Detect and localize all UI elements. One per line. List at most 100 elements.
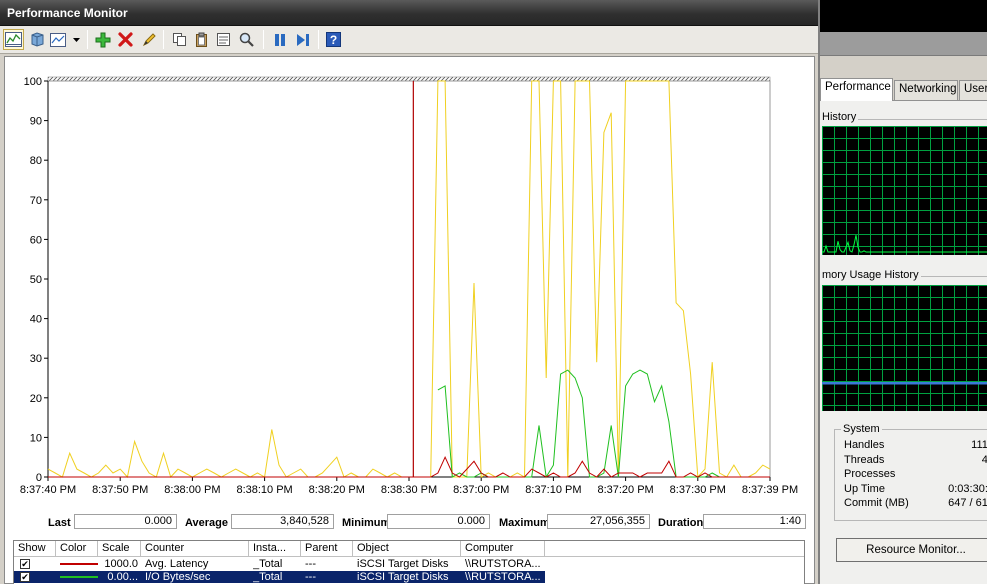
column-header-counter[interactable]: Counter <box>141 541 249 557</box>
commit-value: 647 / 614 <box>948 497 987 509</box>
y-tick-label: 70 <box>30 195 42 207</box>
color-swatch-cell <box>60 558 98 570</box>
average-label: Average <box>185 517 229 529</box>
maximum-value: 27,056,355 <box>547 514 650 529</box>
counter-list[interactable]: Show Color Scale Counter Insta... Parent… <box>13 540 805 584</box>
column-header-computer[interactable]: Computer <box>461 541 545 557</box>
dropdown-arrow-icon[interactable] <box>70 29 82 50</box>
x-tick-label: 8:38:00 PM <box>164 484 220 496</box>
highlight-icon[interactable] <box>138 29 159 50</box>
copy-properties-icon[interactable] <box>169 29 190 50</box>
toolbar-separator <box>87 30 88 49</box>
column-header-scale[interactable]: Scale <box>98 541 141 557</box>
x-tick-label: 8:38:30 PM <box>381 484 437 496</box>
counter-row[interactable]: ✔ 1000.0 Avg. Latency _Total --- iSCSI T… <box>14 558 804 570</box>
column-header-instance[interactable]: Insta... <box>249 541 301 557</box>
task-manager-menubar <box>820 32 987 56</box>
x-tick-label: 8:37:39 PM <box>742 484 798 496</box>
performance-monitor-window: Performance Monitor ? 100 90 80 70 60 50… <box>0 0 818 584</box>
system-group-title: System <box>841 423 882 435</box>
y-tick-label: 90 <box>30 116 42 128</box>
y-tick-label: 20 <box>30 393 42 405</box>
plot-hatch-band <box>47 76 771 82</box>
change-graph-type-icon[interactable] <box>49 29 67 50</box>
x-tick-label: 8:38:10 PM <box>236 484 292 496</box>
y-tick-label: 30 <box>30 353 42 365</box>
threads-value: 45 <box>982 454 987 466</box>
uptime-value: 0:03:30:4 <box>948 483 987 495</box>
column-header-filler <box>545 541 804 557</box>
checkmark-icon[interactable]: ✔ <box>20 559 30 569</box>
object-cell: iSCSI Target Disks <box>357 571 449 583</box>
counter-cell: I/O Bytes/sec <box>145 571 211 583</box>
cpu-history-label: History <box>820 111 859 123</box>
handles-value: 1114 <box>971 439 987 451</box>
handles-row: Handles 1114 <box>844 439 987 453</box>
threads-label: Threads <box>844 454 885 466</box>
resource-monitor-button[interactable]: Resource Monitor... <box>836 538 987 562</box>
delete-counter-icon[interactable] <box>115 29 136 50</box>
y-tick-label: 100 <box>24 76 42 88</box>
tab-users[interactable]: Users <box>959 80 987 100</box>
cpu-history-chart <box>822 126 987 255</box>
tab-performance[interactable]: Performance <box>820 78 893 101</box>
y-tick-label: 50 <box>30 274 42 286</box>
svg-text:?: ? <box>330 33 337 47</box>
system-group: System Handles 1114 Threads 45 Processes… <box>834 423 987 521</box>
computer-cell: \\RUTSTORA... <box>465 558 541 570</box>
uptime-label: Up Time <box>844 483 885 495</box>
handles-label: Handles <box>844 439 885 451</box>
instance-cell: _Total <box>253 571 283 583</box>
computer-cell: \\RUTSTORA... <box>465 571 541 583</box>
zoom-icon[interactable] <box>236 29 257 50</box>
show-checkbox[interactable]: ✔ <box>20 572 30 584</box>
add-counter-icon[interactable] <box>92 29 113 50</box>
cpu-history-graph <box>822 126 987 255</box>
maximum-label: Maximum <box>499 517 550 529</box>
task-manager-window: Performance Networking Users History mor… <box>818 0 987 584</box>
memory-history-graph <box>822 285 987 411</box>
view-graph-icon[interactable] <box>3 29 24 50</box>
paste-counter-list-icon[interactable] <box>191 29 212 50</box>
column-header-parent[interactable]: Parent <box>301 541 353 557</box>
view-histogram-icon[interactable] <box>26 29 47 50</box>
freeze-display-icon[interactable] <box>269 29 290 50</box>
memory-history-chart <box>822 285 987 411</box>
properties-icon[interactable] <box>213 29 234 50</box>
x-tick-label: 8:37:50 PM <box>92 484 148 496</box>
toolbar-separator <box>163 30 164 49</box>
uptime-row: Up Time 0:03:30:4 <box>844 483 987 497</box>
y-tick-label: 80 <box>30 155 42 167</box>
y-tick-label: 0 <box>36 472 42 484</box>
processes-label: Processes <box>844 468 896 480</box>
show-checkbox[interactable]: ✔ <box>20 559 30 571</box>
window-title: Performance Monitor <box>0 0 818 26</box>
color-swatch <box>60 563 98 565</box>
duration-value: 1:40 <box>703 514 806 529</box>
counter-row-selected[interactable]: ✔ 0.00... I/O Bytes/sec _Total --- iSCSI… <box>14 571 545 583</box>
column-header-show[interactable]: Show <box>14 541 56 557</box>
parent-cell: --- <box>305 571 316 583</box>
counter-cell: Avg. Latency <box>145 558 209 570</box>
y-tick-label: 10 <box>30 432 42 444</box>
scale-cell: 1000.0 <box>104 558 138 570</box>
performance-tab-panel: History mory Usage History System Handle… <box>820 100 987 584</box>
column-header-object[interactable]: Object <box>353 541 461 557</box>
x-tick-label: 8:37:00 PM <box>453 484 509 496</box>
memory-history-label: mory Usage History <box>820 269 921 281</box>
parent-cell: --- <box>305 558 316 570</box>
help-icon[interactable]: ? <box>323 29 344 50</box>
toolbar: ? <box>0 26 818 54</box>
checkmark-icon[interactable]: ✔ <box>20 572 30 582</box>
duration-label: Duration <box>658 517 704 529</box>
commit-row: Commit (MB) 647 / 614 <box>844 497 987 511</box>
object-cell: iSCSI Target Disks <box>357 558 449 570</box>
update-data-icon[interactable] <box>292 29 313 50</box>
toolbar-separator <box>318 30 319 49</box>
column-header-color[interactable]: Color <box>56 541 98 557</box>
graph-panel: 100 90 80 70 60 50 40 30 20 10 0 8:37:40 PM 8:37:50 … <box>4 56 815 584</box>
performance-line-chart[interactable]: 10090807060504030201008:37:40 PM 8:37:50 … <box>5 57 814 512</box>
y-tick-label: 60 <box>30 234 42 246</box>
minimum-label: Minimum <box>342 517 391 529</box>
tab-networking[interactable]: Networking <box>894 80 958 100</box>
